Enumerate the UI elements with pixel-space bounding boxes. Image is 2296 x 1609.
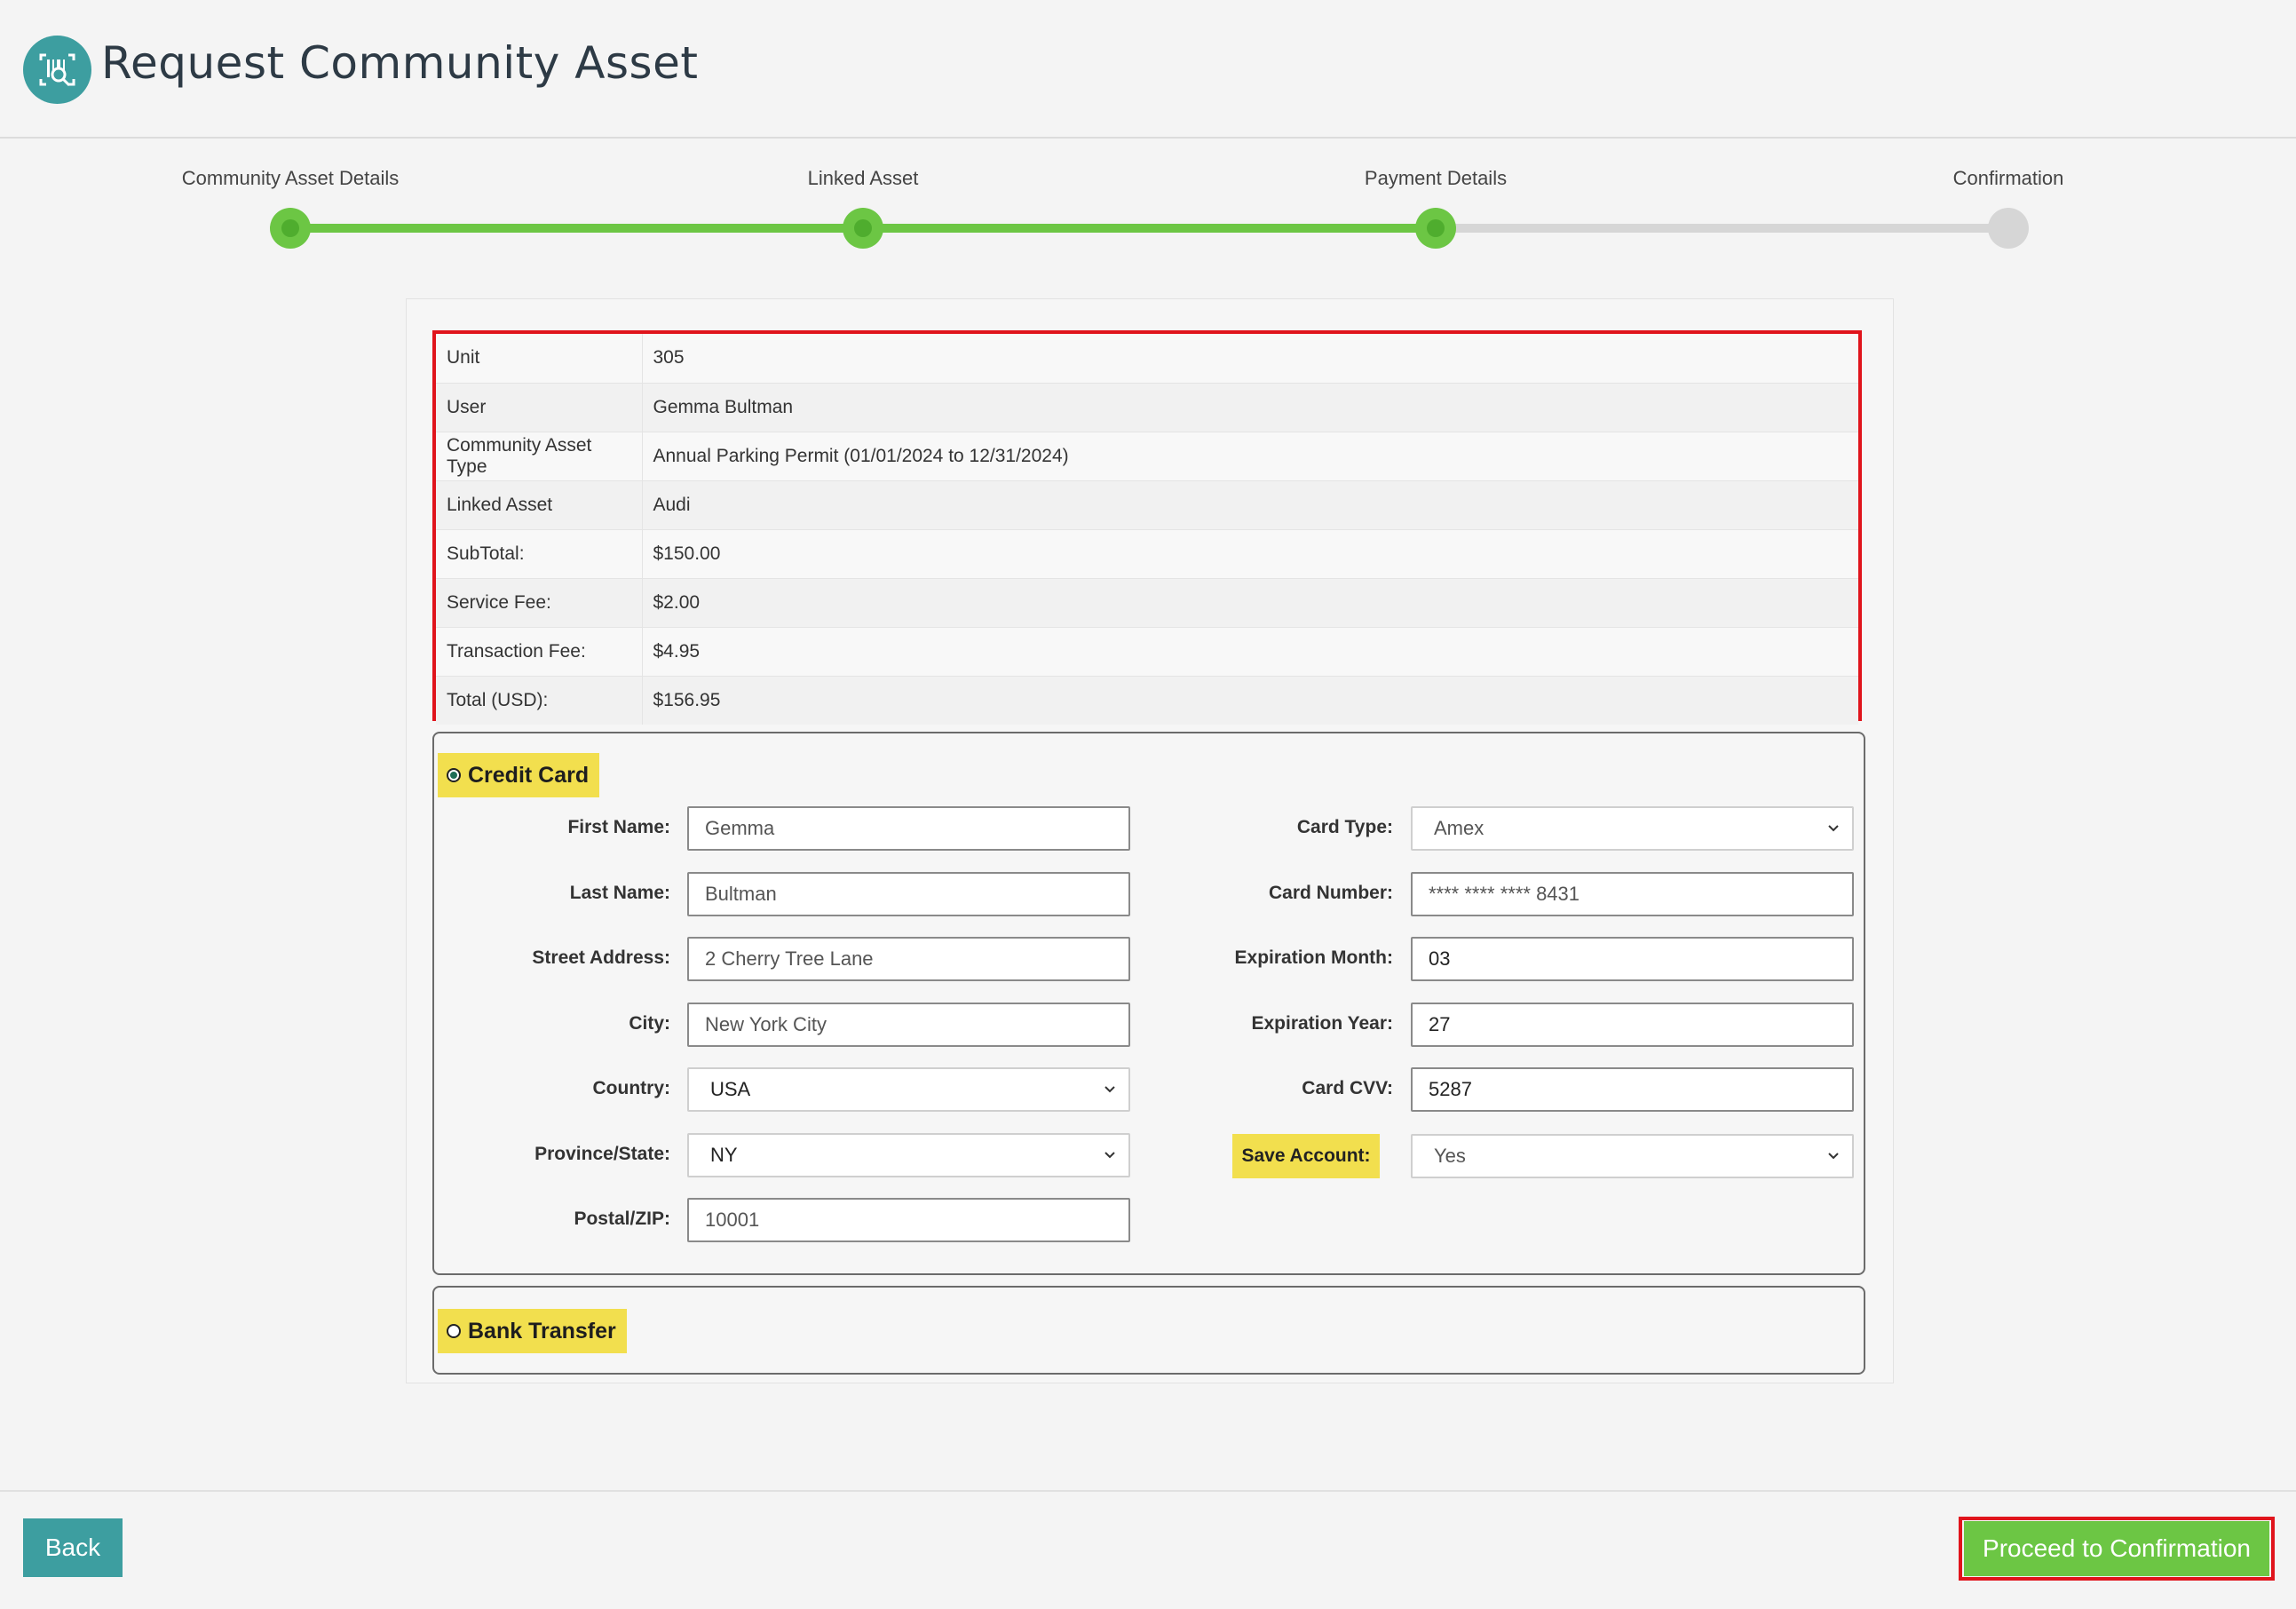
credit-card-label: Credit Card — [468, 762, 590, 788]
expiration-month-label: Expiration Month: — [1234, 947, 1393, 968]
footer-divider — [0, 1490, 2296, 1492]
step-dot-complete — [270, 208, 311, 249]
first-name-label: First Name: — [567, 817, 670, 837]
page-header: Request Community Asset — [0, 0, 2296, 139]
city-field[interactable]: New York City — [687, 1003, 1130, 1047]
table-row: Unit 305 — [436, 334, 1858, 384]
save-account-label: Save Account: — [1232, 1134, 1380, 1178]
card-type-label: Card Type: — [1296, 817, 1393, 837]
expiration-year-label: Expiration Year: — [1251, 1013, 1393, 1034]
step-label-payment-details: Payment Details — [1364, 167, 1508, 189]
bank-transfer-radio-option[interactable]: Bank Transfer — [438, 1309, 627, 1353]
postal-zip-field[interactable]: 10001 — [687, 1198, 1130, 1242]
radio-checked-icon[interactable] — [447, 768, 461, 782]
credit-card-section: Credit Card First Name: Last Name: Stree… — [432, 732, 1865, 1275]
step-label-asset-details: Community Asset Details — [181, 167, 400, 189]
table-row: SubTotal: $150.00 — [436, 529, 1858, 579]
barcode-scanner-icon — [23, 36, 91, 104]
chevron-down-icon — [1828, 825, 1839, 832]
card-type-select[interactable]: Amex — [1411, 806, 1854, 851]
step-dot-pending — [1988, 208, 2029, 249]
street-address-field[interactable]: 2 Cherry Tree Lane — [687, 937, 1130, 981]
bank-transfer-section: Bank Transfer — [432, 1286, 1865, 1375]
credit-card-radio-option[interactable]: Credit Card — [438, 753, 600, 797]
radio-unchecked-icon[interactable] — [447, 1324, 461, 1338]
country-label: Country: — [592, 1078, 671, 1098]
table-row: Transaction Fee: $4.95 — [436, 627, 1858, 677]
province-state-select[interactable]: NY — [687, 1133, 1130, 1177]
table-row: Service Fee: $2.00 — [436, 578, 1858, 628]
step-dot-complete — [843, 208, 883, 249]
chevron-down-icon — [1104, 1086, 1115, 1093]
card-number-label: Card Number: — [1268, 883, 1393, 903]
proceed-to-confirmation-button[interactable]: Proceed to Confirmation — [1964, 1521, 2269, 1576]
order-summary-table: Unit 305 User Gemma Bultman Community Asse… — [432, 330, 1862, 725]
progress-track-pending — [1436, 224, 2008, 233]
save-account-select[interactable]: Yes — [1411, 1134, 1854, 1178]
page-title: Request Community Asset — [101, 37, 699, 89]
back-button[interactable]: Back — [23, 1518, 123, 1577]
table-row: Linked Asset Audi — [436, 480, 1858, 530]
card-number-field[interactable]: **** **** **** 8431 — [1411, 872, 1854, 916]
last-name-label: Last Name: — [569, 883, 670, 903]
street-address-label: Street Address: — [532, 947, 670, 968]
bank-transfer-label: Bank Transfer — [468, 1318, 616, 1343]
step-dot-current — [1415, 208, 1456, 249]
postal-zip-label: Postal/ZIP: — [574, 1209, 670, 1229]
table-row: Community Asset Type Annual Parking Permi… — [436, 432, 1858, 481]
step-label-linked-asset: Linked Asset — [807, 167, 919, 189]
first-name-field[interactable]: Gemma — [687, 806, 1130, 851]
chevron-down-icon — [1104, 1152, 1115, 1159]
last-name-field[interactable]: Bultman — [687, 872, 1130, 916]
card-cvv-label: Card CVV: — [1302, 1078, 1393, 1098]
table-row: User Gemma Bultman — [436, 383, 1858, 432]
progress-stepper: Community Asset Details Linked Asset Pay… — [0, 142, 2296, 258]
table-row: Total (USD): $156.95 — [436, 676, 1858, 725]
chevron-down-icon — [1828, 1153, 1839, 1160]
step-label-confirmation: Confirmation — [1952, 167, 2064, 189]
country-select[interactable]: USA — [687, 1067, 1130, 1112]
expiration-month-field[interactable]: 03 — [1411, 937, 1854, 981]
province-state-label: Province/State: — [534, 1144, 670, 1164]
city-label: City: — [629, 1013, 670, 1034]
expiration-year-field[interactable]: 27 — [1411, 1003, 1854, 1047]
card-cvv-field[interactable]: 5287 — [1411, 1067, 1854, 1112]
